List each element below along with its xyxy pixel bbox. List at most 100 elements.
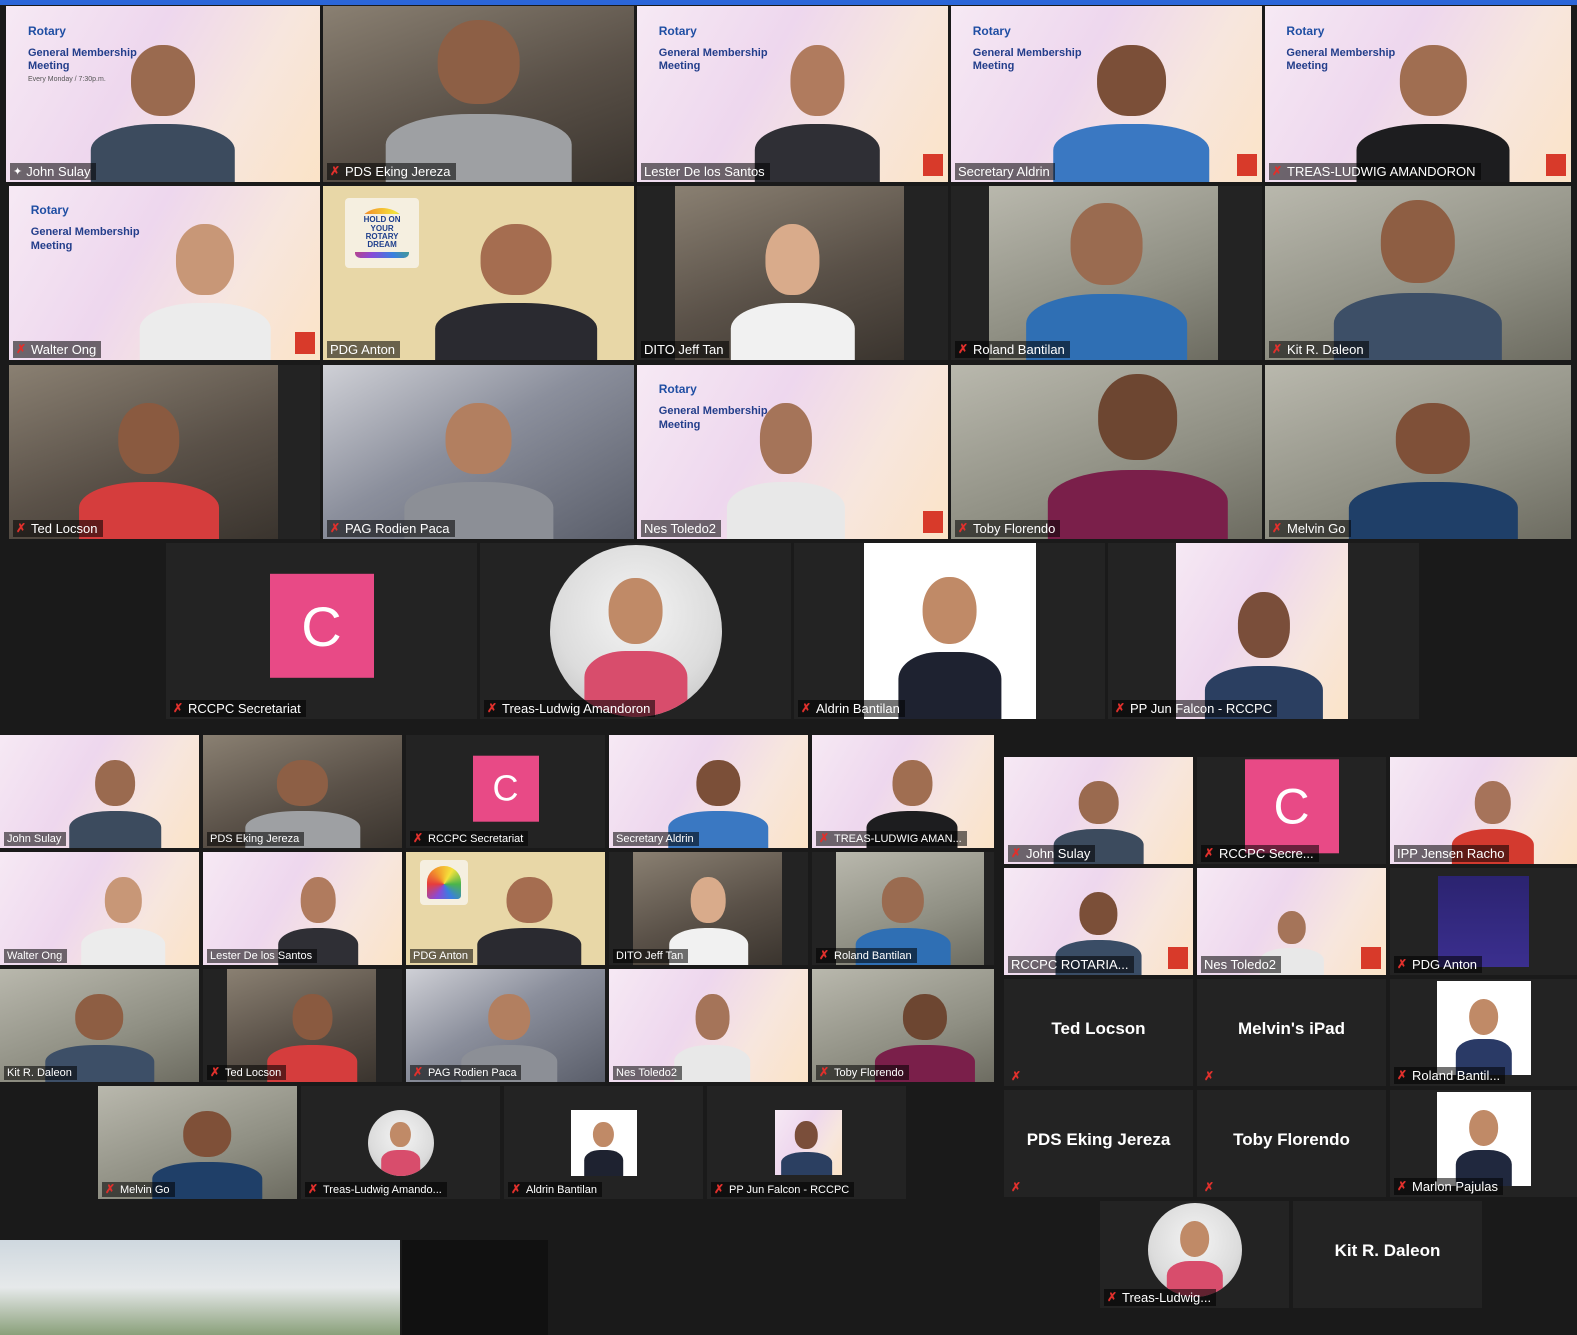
participant-name-tag: IPP Jensen Racho	[1394, 845, 1510, 862]
video-tile[interactable]: PDS Eking Jereza	[203, 735, 402, 848]
mic-muted-icon: ✗	[16, 521, 27, 535]
participant-initial-avatar: C	[1244, 758, 1339, 853]
participant-name-tag: PDG Anton	[327, 341, 401, 358]
participant-name-center: Toby Florendo	[1233, 1129, 1350, 1149]
video-tile[interactable]: ✗ Treas-Ludwig Amando...	[301, 1086, 500, 1199]
mic-muted-icon: ✗	[16, 342, 27, 356]
video-tile[interactable]: ✗ Kit R. Daleon	[1265, 186, 1571, 360]
video-tile[interactable]: PDS Eking Jereza ✗	[1004, 1090, 1193, 1197]
participant-name: Nes Toledo2	[644, 521, 717, 536]
video-tile[interactable]: Kit R. Daleon	[1293, 1201, 1482, 1308]
video-tile[interactable]: Nes Toledo2	[609, 969, 808, 1082]
participant-name-tag: RCCPC ROTARIA...	[1008, 956, 1134, 973]
participant-video	[69, 759, 162, 848]
mic-muted-icon: ✗	[1204, 1180, 1215, 1194]
participant-name: Melvin Go	[1287, 521, 1346, 536]
participant-name-center: Ted Locson	[1051, 1018, 1146, 1038]
video-tile[interactable]: ✗ Ted Locson	[9, 365, 320, 539]
participant-name-tag: John Sulay	[4, 832, 67, 846]
participant-name-tag: Lester De los Santos	[207, 949, 318, 963]
video-tile[interactable]: ✗ Treas-Ludwig...	[1100, 1201, 1289, 1308]
video-tile[interactable]: Secretary Aldrin	[609, 735, 808, 848]
mic-muted-icon: ✗	[714, 1182, 725, 1196]
video-tile[interactable]: Ted Locson ✗	[1004, 979, 1193, 1086]
participant-name-tag: Secretary Aldrin	[955, 163, 1055, 180]
video-tile[interactable]: Rotary General Membership Meeting Secret…	[951, 6, 1262, 182]
video-tile[interactable]: ✗ PAG Rodien Paca	[323, 365, 634, 539]
video-tile[interactable]	[0, 1240, 400, 1335]
video-tile[interactable]: HOLD ON YOUR ROTARY DREAM PDG Anton	[323, 186, 634, 360]
participant-video	[755, 44, 880, 182]
video-tile[interactable]: ✗ Roland Bantilan	[812, 852, 994, 965]
video-tile[interactable]: ✗ Roland Bantil...	[1390, 979, 1577, 1086]
participant-name: Lester De los Santos	[644, 164, 765, 179]
video-tile[interactable]: Toby Florendo ✗	[1197, 1090, 1386, 1197]
video-tile[interactable]: Rotary General Membership Meeting Lester…	[637, 6, 948, 182]
video-tile[interactable]: ✗ Aldrin Bantilan	[504, 1086, 703, 1199]
participant-name-tag: ✗ Melvin Go	[102, 1182, 175, 1197]
participant-video	[730, 224, 855, 360]
video-tile[interactable]: ✗ PDG Anton	[1390, 868, 1577, 975]
participant-name: Toby Florendo	[834, 1066, 904, 1079]
participant-name-tag: Secretary Aldrin	[613, 832, 699, 846]
video-tile[interactable]: DITO Jeff Tan	[637, 186, 948, 360]
mic-muted-icon: ✗	[1204, 1069, 1215, 1083]
mic-muted-icon: ✗	[1272, 342, 1283, 356]
video-tile[interactable]: C ✗ RCCPC Secre...	[1197, 757, 1386, 864]
video-tile[interactable]: ✗ Treas-Ludwig Amandoron	[480, 543, 791, 719]
meeting-slide: Rotary General Membership Meeting	[31, 203, 140, 254]
video-tile[interactable]: RCCPC ROTARIA...	[1004, 868, 1193, 975]
video-tile[interactable]: ✗ PAG Rodien Paca	[406, 969, 605, 1082]
video-tile[interactable]: ✗ TREAS-LUDWIG AMAN...	[812, 735, 994, 848]
video-tile[interactable]	[402, 1240, 548, 1335]
video-tile[interactable]: ✗ PP Jun Falcon - RCCPC	[707, 1086, 906, 1199]
video-tile[interactable]: ✗ Melvin Go	[1265, 365, 1571, 539]
video-tile[interactable]: ✗ Marlon Pajulas	[1390, 1090, 1577, 1197]
participant-name-tag: ✗ Roland Bantilan	[816, 948, 917, 963]
mic-muted-icon: ✗	[819, 1065, 830, 1079]
profile-card-background	[1438, 876, 1529, 967]
mic-muted-icon: ✗	[330, 164, 341, 178]
video-tile[interactable]: ✗ John Sulay	[1004, 757, 1193, 864]
participant-name-tag: ✗ Aldrin Bantilan	[508, 1182, 602, 1197]
video-tile[interactable]: Lester De los Santos	[203, 852, 402, 965]
video-tile[interactable]: ✗ Ted Locson	[203, 969, 402, 1082]
participant-video	[1025, 203, 1188, 360]
participant-name-center: PDS Eking Jereza	[1026, 1129, 1171, 1149]
participant-name: RCCPC ROTARIA...	[1011, 957, 1129, 972]
video-tile[interactable]: C ✗ RCCPC Secretariat	[166, 543, 477, 719]
video-tile[interactable]: ✗ Toby Florendo	[812, 969, 994, 1082]
club-badge-icon	[1168, 947, 1188, 969]
video-tile[interactable]: Melvin's iPad ✗	[1197, 979, 1386, 1086]
video-tile[interactable]: John Sulay	[0, 735, 199, 848]
video-tile[interactable]: IPP Jensen Racho	[1390, 757, 1577, 864]
participant-video	[727, 403, 846, 539]
participant-name: PP Jun Falcon - RCCPC	[729, 1183, 850, 1196]
video-tile[interactable]: ✗ PP Jun Falcon - RCCPC	[1108, 543, 1419, 719]
video-tile[interactable]: Rotary General Membership Meeting ✗ TREAS…	[1265, 6, 1571, 182]
mic-muted-icon: ✗	[958, 521, 969, 535]
video-tile[interactable]: ✗ Melvin Go	[98, 1086, 297, 1199]
video-tile[interactable]: Rotary General Membership Meeting ✗ Walte…	[9, 186, 320, 360]
participant-name: TREAS-LUDWIG AMANDORON	[1287, 164, 1476, 179]
slide-title-line2: Meeting	[658, 60, 701, 73]
participant-name: Roland Bantilan	[834, 949, 912, 962]
video-tile[interactable]: ✗ Aldrin Bantilan	[794, 543, 1105, 719]
video-tile[interactable]: ✗ Toby Florendo	[951, 365, 1262, 539]
video-tile[interactable]: DITO Jeff Tan	[609, 852, 808, 965]
video-tile[interactable]: ✗ Roland Bantilan	[951, 186, 1262, 360]
avatar-initial: C	[1273, 777, 1310, 834]
video-tile[interactable]: C ✗ RCCPC Secretariat	[406, 735, 605, 848]
video-tile[interactable]: Rotary General Membership Meeting Nes To…	[637, 365, 948, 539]
video-tile[interactable]: PDG Anton	[406, 852, 605, 965]
video-tile[interactable]: Rotary General Membership Meeting Every …	[6, 6, 320, 182]
participant-name: Secretary Aldrin	[616, 833, 694, 845]
video-tile[interactable]: Kit R. Daleon	[0, 969, 199, 1082]
video-tile[interactable]: Walter Ong	[0, 852, 199, 965]
participant-video	[81, 876, 166, 965]
video-tile[interactable]: ✗ PDS Eking Jereza	[323, 6, 634, 182]
video-tile[interactable]: Nes Toledo2	[1197, 868, 1386, 975]
outdoor-background	[0, 1240, 400, 1335]
avatar-initial: C	[301, 594, 342, 658]
participant-video	[1047, 373, 1228, 539]
